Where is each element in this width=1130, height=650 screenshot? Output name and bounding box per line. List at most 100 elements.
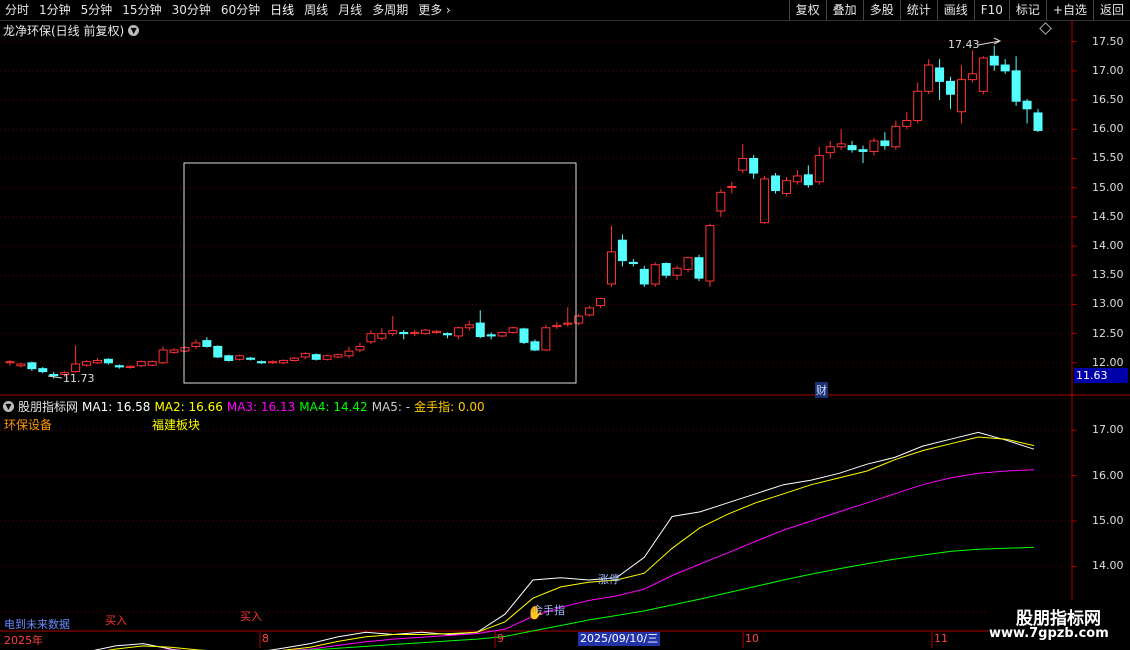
candle-body <box>224 355 234 361</box>
candle-body <box>289 357 299 361</box>
price-tick-label: 14.50 <box>1092 209 1124 223</box>
candle-body <box>410 331 420 335</box>
price-tick-label: 13.50 <box>1092 268 1124 282</box>
sector-label-env: 环保设备 <box>4 418 53 432</box>
candle-body <box>825 146 835 154</box>
annot-buy-1: 买入 <box>105 614 127 627</box>
candle-body <box>858 149 868 152</box>
candle-body <box>1022 100 1032 110</box>
candle-body <box>267 361 277 364</box>
selection-box <box>183 162 577 384</box>
current-price-tag: 11.63 <box>1074 368 1128 383</box>
candle-body <box>727 185 737 189</box>
candle-body <box>771 175 781 192</box>
candle-body <box>213 345 223 358</box>
candle-body <box>82 361 92 366</box>
price-tick-label: 15.50 <box>1092 151 1124 165</box>
candle-body <box>103 358 113 364</box>
candle-body <box>475 322 485 338</box>
candle-body <box>760 178 770 224</box>
candle-body <box>355 345 365 351</box>
candle-body <box>946 80 956 95</box>
ma-line-ma4 <box>294 546 1035 650</box>
candle-body <box>235 355 245 360</box>
ma-line-ma1 <box>93 431 1035 650</box>
candle-body <box>596 298 606 307</box>
candle-body <box>344 350 354 357</box>
jinshou-value: 金手指: 0.00 <box>414 400 485 414</box>
candle-body <box>453 327 463 337</box>
candle-body <box>749 157 759 174</box>
price-tick-label: 13.00 <box>1092 297 1124 311</box>
candle-body <box>399 331 409 335</box>
candle-body <box>650 264 660 285</box>
candle-body <box>716 191 726 212</box>
indicator-title: ▼ 股朋指标网 MA1: 16.58 MA2: 16.66 MA3: 16.13… <box>3 398 485 415</box>
main-chart-title[interactable]: 龙净环保(日线 前复权) ▼ <box>3 22 140 39</box>
chart-canvas[interactable] <box>0 0 1130 650</box>
candle-body <box>530 341 540 351</box>
date-month-9: 9 <box>497 632 504 645</box>
price-tick-label: 14.00 <box>1092 239 1124 253</box>
hand-cursor-icon: ✋ <box>527 606 544 621</box>
indicator-name[interactable]: 股朋指标网 <box>18 398 78 415</box>
candle-body <box>1000 64 1010 72</box>
candle-body <box>497 331 507 337</box>
candle-body <box>421 329 431 335</box>
candle-body <box>563 322 573 325</box>
candle-body <box>38 368 48 373</box>
candle-body <box>158 349 168 364</box>
candle-body <box>705 225 715 282</box>
price-tick-label: 17.00 <box>1092 63 1124 77</box>
candle-body <box>639 268 649 285</box>
price-tick-label: 17.50 <box>1092 34 1124 48</box>
ma2-value: MA2: 16.66 <box>154 399 223 414</box>
candle-body <box>694 257 704 279</box>
candle-body <box>880 140 890 147</box>
candle-body <box>672 267 682 276</box>
selected-date: 2025/09/10/三 <box>578 632 661 646</box>
finance-marker[interactable]: 财 <box>815 382 828 398</box>
price-tick-label: 16.00 <box>1092 122 1124 136</box>
candle-body <box>49 373 59 377</box>
ma5-value: MA5: - <box>371 399 411 414</box>
candle-body <box>311 354 321 360</box>
ma3-value: MA3: 16.13 <box>226 399 296 414</box>
date-month-10: 10 <box>745 632 759 645</box>
candle-body <box>300 352 310 358</box>
candle-body <box>125 365 135 368</box>
candle-body <box>541 327 551 351</box>
candle-body <box>71 363 81 373</box>
indicator-tick-label: 14.00 <box>1092 559 1124 573</box>
candle-body <box>606 251 616 285</box>
candle-body <box>781 180 791 194</box>
candle-body <box>202 340 212 347</box>
candle-body <box>847 145 857 151</box>
candle-body <box>388 330 398 335</box>
candle-body <box>935 67 945 82</box>
candle-body <box>257 361 267 364</box>
candle-body <box>814 155 824 183</box>
price-tick-label: 12.50 <box>1092 326 1124 340</box>
ma-line-ma3 <box>155 469 1035 650</box>
candle-body <box>5 361 15 364</box>
candle-body <box>519 328 529 343</box>
candle-body <box>486 334 496 337</box>
annot-buy-2: 买入 <box>240 610 262 623</box>
candle-body <box>978 57 988 92</box>
candle-body <box>552 324 562 328</box>
candle-body <box>508 327 518 333</box>
chevron-down-icon[interactable]: ▼ <box>3 401 14 412</box>
date-month-8: 8 <box>262 632 269 645</box>
indicator-tick-label: 16.00 <box>1092 468 1124 482</box>
price-tick-label: 15.00 <box>1092 180 1124 194</box>
high-price-label: 17.43 <box>948 38 980 51</box>
candle-body <box>464 324 474 329</box>
candle-body <box>92 359 102 364</box>
candle-body <box>661 263 671 276</box>
ma4-value: MA4: 14.42 <box>299 399 368 414</box>
candle-body <box>869 140 879 152</box>
watermark-url: www.7gpzb.com <box>989 626 1109 641</box>
chevron-down-icon[interactable]: ▼ <box>128 25 140 36</box>
candle-body <box>278 359 288 364</box>
